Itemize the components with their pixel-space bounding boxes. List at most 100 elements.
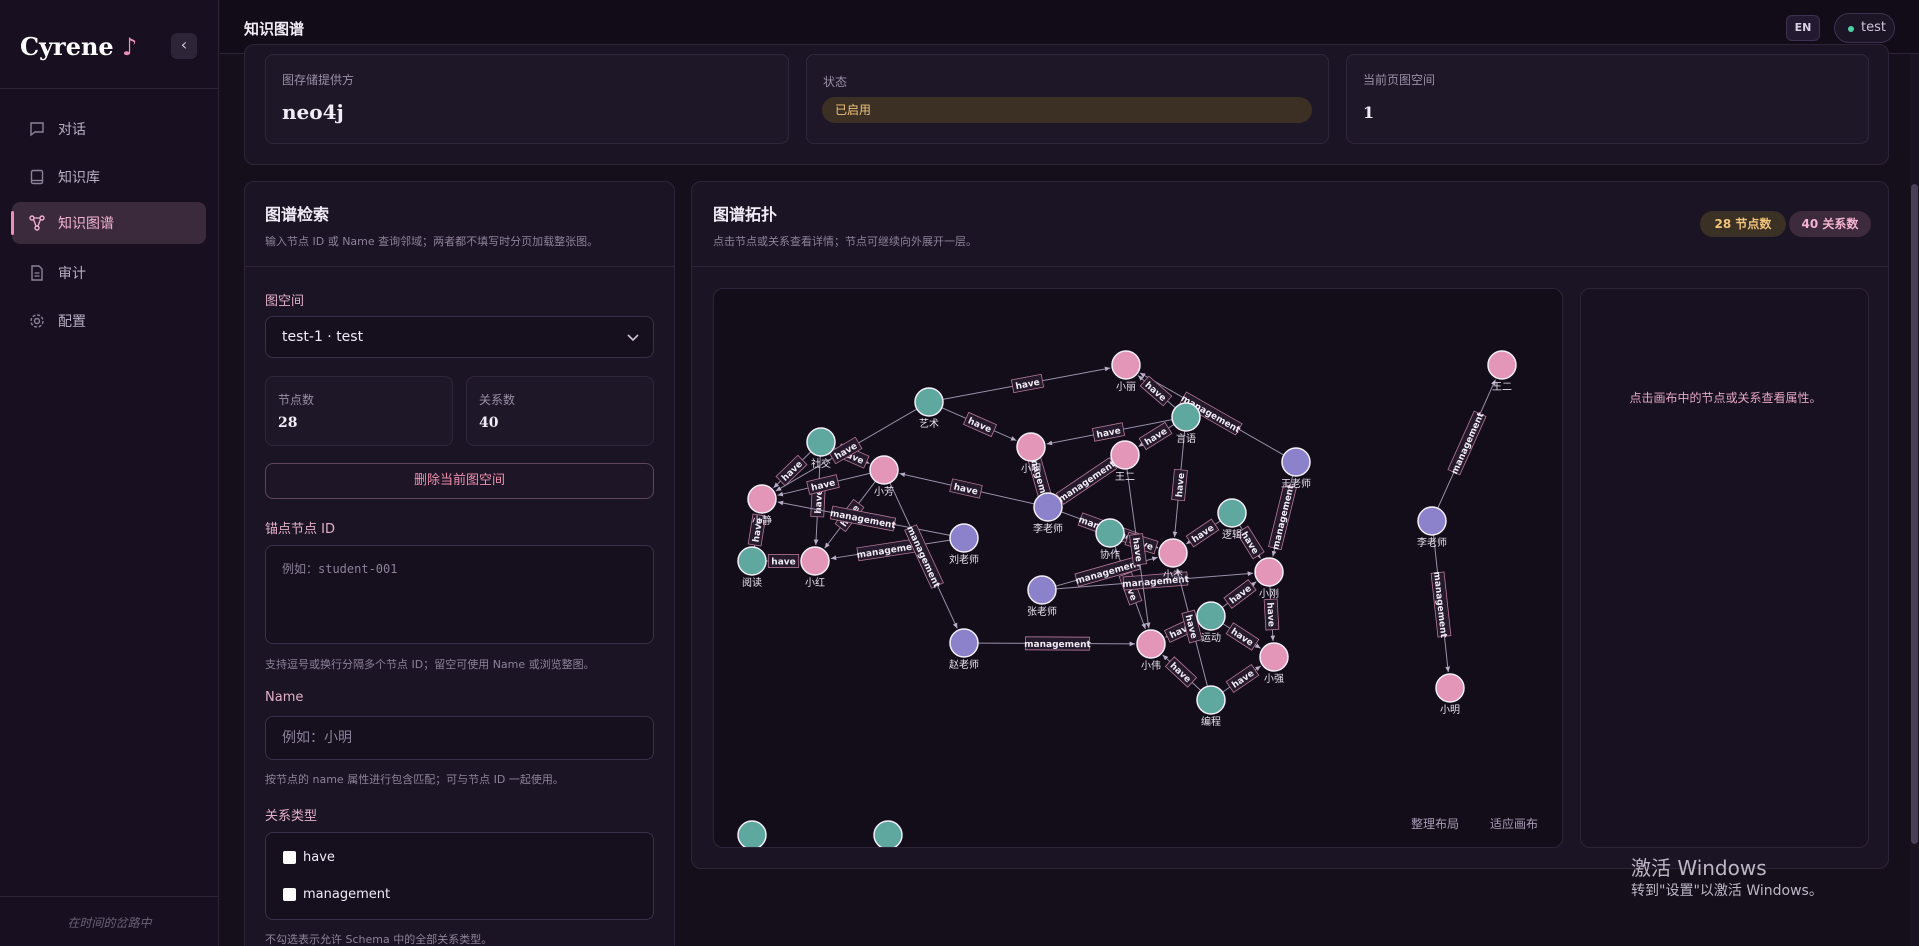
arrange-layout-button[interactable]: 整理布局 <box>1411 815 1459 832</box>
graph-node-circle[interactable] <box>1196 685 1226 715</box>
graph-edge-29[interactable]: have <box>1222 622 1261 651</box>
graph-edge-32[interactable]: have <box>1222 664 1262 693</box>
graph-edge-30[interactable]: have <box>1221 579 1257 609</box>
graph-edge-label[interactable]: have <box>1171 468 1188 502</box>
graph-node-wanger[interactable]: 王二 <box>1110 440 1140 483</box>
graph-node-circle[interactable] <box>1033 492 1063 522</box>
graph-canvas[interactable]: have management have have have have have have ha… <box>713 288 1563 848</box>
graph-node-yuyan[interactable]: 言语 <box>1171 402 1201 445</box>
graph-space-select[interactable]: test-1 · test <box>265 316 654 358</box>
graph-node-circle[interactable] <box>1171 402 1201 432</box>
have-checkbox[interactable] <box>283 851 296 864</box>
graph-node-xiaojing[interactable]: 小静 <box>747 484 777 527</box>
graph-edge-label[interactable]: have <box>949 478 983 499</box>
graph-node-circle[interactable] <box>747 484 777 514</box>
graph-node-circle[interactable] <box>869 455 899 485</box>
graph-edge-label[interactable]: have <box>1139 375 1173 407</box>
graph-node-xiaoming2[interactable]: 小明 <box>1435 673 1465 716</box>
graph-svg[interactable]: havemanagementhavehave havehavehavehaveha… <box>714 289 1563 848</box>
graph-edge-label[interactable]: management <box>829 505 898 532</box>
graph-node-circle[interactable] <box>806 427 836 457</box>
language-toggle-button[interactable]: EN <box>1786 15 1820 41</box>
graph-edge-4[interactable]: have <box>1138 421 1175 451</box>
graph-edge-label[interactable]: have <box>1225 664 1260 693</box>
fit-canvas-button[interactable]: 适应画布 <box>1490 815 1538 832</box>
graph-node-circle[interactable] <box>737 820 767 848</box>
graph-node-yuedu[interactable]: 阅读 <box>737 546 767 589</box>
graph-edge-18[interactable]: management <box>830 537 951 562</box>
graph-edge-12[interactable]: have <box>899 472 1035 505</box>
graph-edge-2[interactable]: have <box>1137 375 1176 409</box>
graph-node-wanglaoshi[interactable]: 王老师 <box>1281 447 1311 490</box>
graph-edge-label[interactable]: have <box>1223 579 1257 609</box>
graph-edge-0[interactable]: have <box>942 366 1111 400</box>
graph-node-circle[interactable] <box>1417 506 1447 536</box>
graph-node-circle[interactable] <box>1110 440 1140 470</box>
graph-edge-label[interactable]: management <box>1055 457 1118 505</box>
graph-node-circle[interactable] <box>949 523 979 553</box>
graph-edge-19[interactable]: management <box>889 482 958 629</box>
graph-edge-31[interactable]: have <box>1162 654 1202 691</box>
graph-edge-label[interactable]: have <box>962 411 998 438</box>
graph-edge-label[interactable]: management <box>1430 571 1452 639</box>
graph-node-circle[interactable] <box>1259 642 1289 672</box>
sidebar-item-knowledge-graph[interactable]: 知识图谱 <box>11 202 206 244</box>
graph-edge-1[interactable]: management <box>1139 372 1285 456</box>
graph-edge-label[interactable]: management <box>1268 482 1297 551</box>
graph-node-circle[interactable] <box>1281 447 1311 477</box>
sidebar-item-chat[interactable]: 对话 <box>12 108 206 150</box>
graph-node-circle[interactable] <box>1196 601 1226 631</box>
graph-edge-label[interactable]: have <box>1225 622 1260 651</box>
graph-edge-label[interactable]: have <box>1263 598 1280 631</box>
graph-node-circle[interactable] <box>1095 518 1125 548</box>
sidebar-item-audit[interactable]: 审计 <box>12 252 206 294</box>
graph-edge-label[interactable]: have <box>775 454 808 487</box>
graph-node-xiaoming[interactable]: 小明 <box>1016 432 1046 475</box>
graph-node-zhaolaoshi[interactable]: 赵老师 <box>949 628 979 671</box>
graph-node-circle[interactable] <box>1111 350 1141 380</box>
sidebar-item-knowledge-base[interactable]: 知识库 <box>12 156 206 198</box>
delete-graph-space-button[interactable]: 删除当前图空间 <box>265 463 654 499</box>
graph-edge-label[interactable]: have <box>1164 656 1198 688</box>
graph-edge-23[interactable]: have <box>1185 518 1221 548</box>
graph-edge-label[interactable]: have <box>767 554 800 568</box>
graph-node-xiezuo[interactable]: 协作 <box>1095 518 1125 561</box>
graph-node-zhanglaoshi[interactable]: 张老师 <box>1027 575 1057 618</box>
graph-node-lilaoshi[interactable]: 李老师 <box>1033 492 1063 535</box>
graph-edge-16[interactable]: have <box>766 554 800 568</box>
graph-node-yundong[interactable]: 运动 <box>1196 601 1226 644</box>
graph-edge-34[interactable]: management <box>977 636 1136 651</box>
graph-node-circle[interactable] <box>1027 575 1057 605</box>
graph-node-circle[interactable] <box>1217 498 1247 528</box>
graph-node-xiaojie[interactable]: 小杰 <box>1158 538 1188 581</box>
scrollbar-thumb[interactable] <box>1911 184 1918 844</box>
graph-edge-label[interactable]: have <box>1010 373 1045 394</box>
graph-node-circle[interactable] <box>914 387 944 417</box>
graph-node-circle[interactable] <box>949 628 979 658</box>
graph-node-biancheng[interactable]: 编程 <box>1196 685 1226 728</box>
graph-edge-5[interactable]: have <box>941 407 1017 441</box>
graph-node-xiaohong[interactable]: 小红 <box>800 546 830 589</box>
graph-edge-13[interactable]: management <box>1055 457 1118 505</box>
graph-node-circle[interactable] <box>873 820 903 848</box>
sidebar-item-settings[interactable]: 配置 <box>12 300 206 342</box>
user-menu-button[interactable]: test <box>1834 13 1895 43</box>
collapse-sidebar-button[interactable]: ‹ <box>171 33 197 59</box>
graph-node-wanger2[interactable]: 王二 <box>1487 350 1517 393</box>
graph-node-circle[interactable] <box>1487 350 1517 380</box>
graph-edge-label[interactable]: have <box>1185 518 1220 548</box>
graph-node-circle[interactable] <box>1435 673 1465 703</box>
graph-edge-label[interactable]: have <box>806 474 840 495</box>
graph-node-xiaoli[interactable]: 小丽 <box>1111 350 1141 393</box>
graph-node-liulaoshi[interactable]: 刘老师 <box>949 523 979 566</box>
graph-node-xiaogang[interactable]: 小刚 <box>1254 557 1284 600</box>
graph-edge-6[interactable]: have <box>773 451 812 489</box>
graph-node-extra1[interactable] <box>737 820 767 848</box>
graph-edge-label[interactable]: have <box>1138 421 1173 451</box>
graph-edge-label[interactable]: have <box>1091 422 1126 442</box>
graph-edge-37[interactable]: have <box>1171 430 1188 538</box>
graph-node-circle[interactable] <box>1158 538 1188 568</box>
graph-edge-39[interactable]: management <box>1430 534 1452 673</box>
graph-edge-38[interactable]: management <box>1437 379 1496 509</box>
graph-node-extra2[interactable] <box>873 820 903 848</box>
